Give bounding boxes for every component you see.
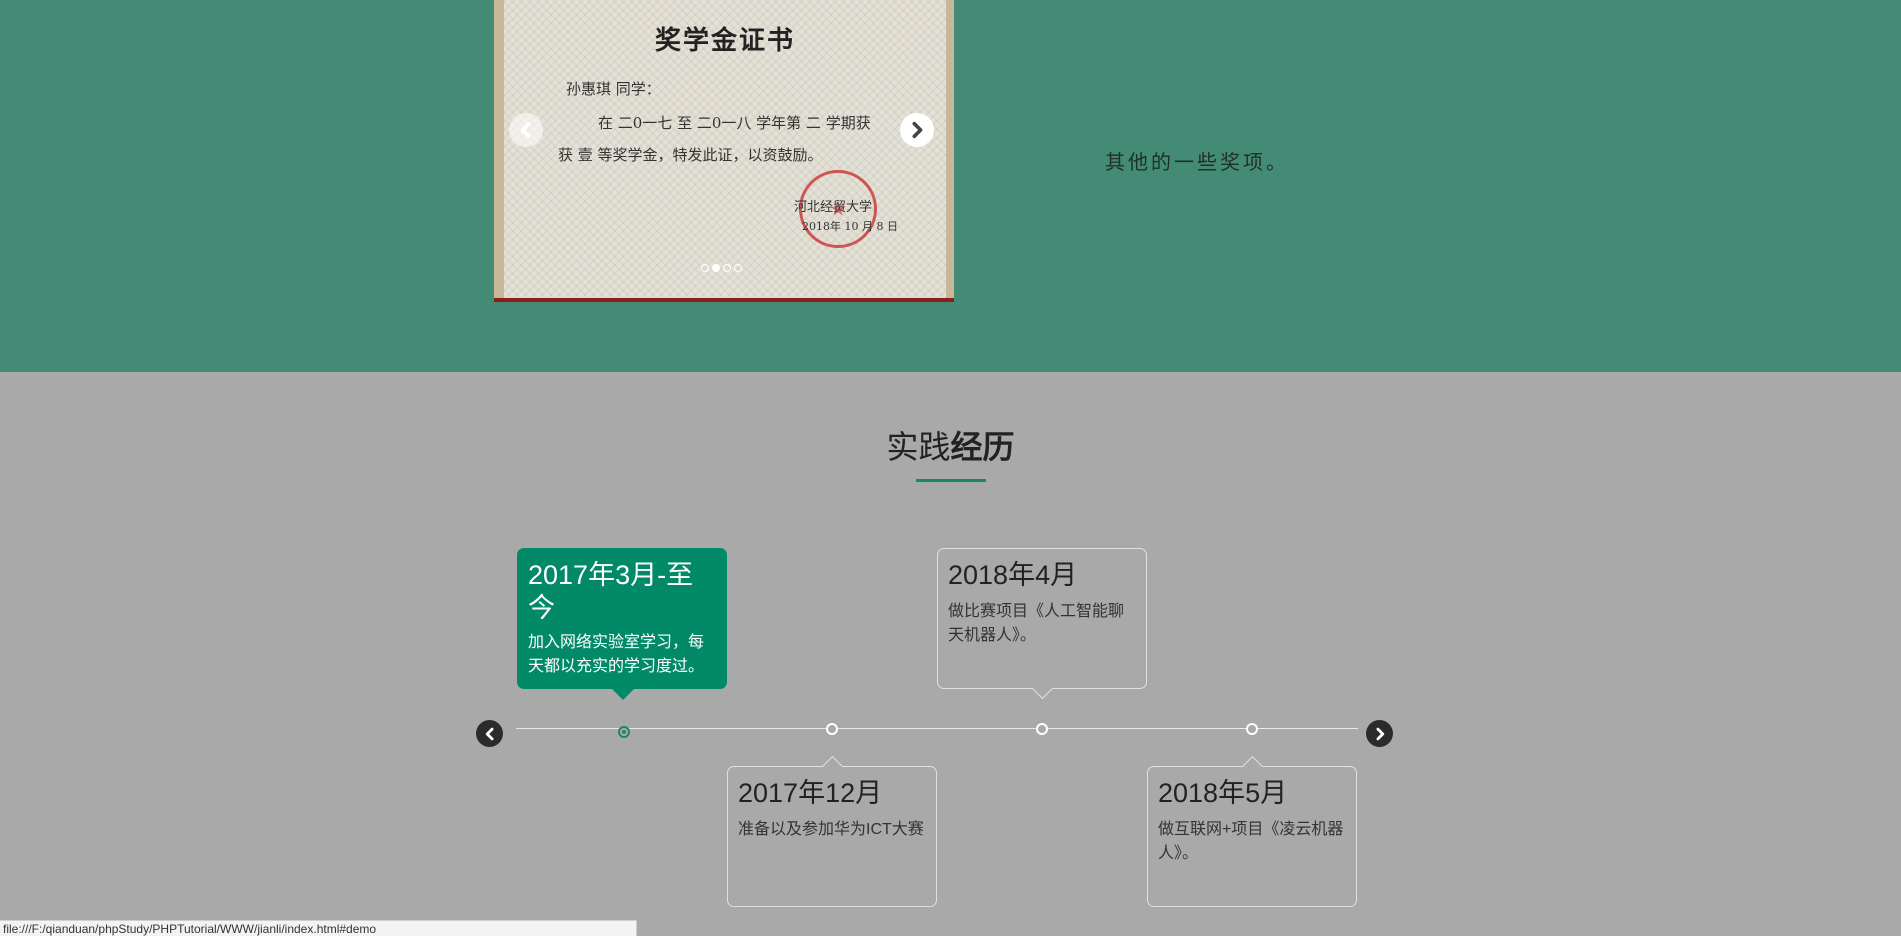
browser-status-bar: file:///F:/qianduan/phpStudy/PHPTutorial… xyxy=(0,920,637,936)
carousel-dot[interactable] xyxy=(734,264,742,272)
timeline-node[interactable] xyxy=(1246,723,1258,735)
award-caption: 其他的一些奖项。 xyxy=(1105,152,1289,174)
chevron-right-icon xyxy=(912,121,923,139)
timeline-card-date: 2018年5月 xyxy=(1158,778,1288,808)
carousel-next-button[interactable] xyxy=(900,113,934,147)
carousel-prev-button[interactable] xyxy=(509,113,543,147)
timeline-card-date: 2018年4月 xyxy=(948,560,1078,590)
certificate-date: 2018年 10 月 8 日 xyxy=(802,220,898,233)
certificate-title: 奖学金证书 xyxy=(654,26,795,56)
certificate-carousel: 奖学金证书 孙惠琪 同学： 在 二0一七 至 二0一八 学年第 二 学期获 获 … xyxy=(494,0,954,302)
timeline-card-desc: 做比赛项目《人工智能聊天机器人》。 xyxy=(948,603,1125,644)
certificate-issuer: 河北经贸大学 xyxy=(794,200,873,215)
timeline-card[interactable]: 2017年12月 准备以及参加华为ICT大赛 xyxy=(727,766,937,907)
timeline-node[interactable] xyxy=(826,723,838,735)
section-title: 实践经历 xyxy=(0,422,1901,468)
section-title-normal: 实践 xyxy=(886,428,951,466)
timeline-card-active[interactable]: 2017年3月-至今 加入网络实验室学习，每天都以充实的学习度过。 xyxy=(517,548,727,689)
card-pointer xyxy=(612,689,634,700)
certificate-text-line: 在 二0一七 至 二0一八 学年第 二 学期获 xyxy=(598,114,871,132)
timeline-node[interactable] xyxy=(1036,723,1048,735)
timeline-card-desc: 准备以及参加华为ICT大赛 xyxy=(738,821,924,838)
carousel-dot[interactable] xyxy=(723,264,731,272)
certificate-text-line: 获 壹 等奖学金，特发此证，以资鼓励。 xyxy=(558,146,823,164)
carousel-dot-active[interactable] xyxy=(712,264,720,272)
section-title-bold: 经历 xyxy=(950,428,1015,466)
certificate-image: 奖学金证书 孙惠琪 同学： 在 二0一七 至 二0一八 学年第 二 学期获 获 … xyxy=(494,0,954,300)
timeline-line xyxy=(516,728,1358,729)
timeline-card-desc: 做互联网+项目《凌云机器人》。 xyxy=(1158,821,1344,862)
timeline-next-button[interactable] xyxy=(1366,720,1393,747)
certificate-cover-edge xyxy=(494,298,954,302)
timeline-card-desc: 加入网络实验室学习，每天都以充实的学习度过。 xyxy=(528,634,705,675)
certificate-recipient: 孙惠琪 同学： xyxy=(566,80,661,98)
timeline-prev-button[interactable] xyxy=(476,720,503,747)
chevron-right-icon xyxy=(1376,727,1384,740)
timeline-node-active[interactable] xyxy=(618,726,630,738)
timeline-card-date: 2017年12月 xyxy=(738,778,883,808)
chevron-left-icon xyxy=(485,727,493,740)
carousel-dot[interactable] xyxy=(701,264,709,272)
timeline-card[interactable]: 2018年4月 做比赛项目《人工智能聊天机器人》。 xyxy=(937,548,1147,689)
carousel-pagination xyxy=(701,264,742,272)
chevron-left-icon xyxy=(520,121,531,139)
awards-section: 奖学金证书 孙惠琪 同学： 在 二0一七 至 二0一八 学年第 二 学期获 获 … xyxy=(0,0,1901,372)
title-underline xyxy=(916,479,986,482)
timeline-card[interactable]: 2018年5月 做互联网+项目《凌云机器人》。 xyxy=(1147,766,1357,907)
timeline-card-date: 2017年3月-至今 xyxy=(528,560,694,623)
